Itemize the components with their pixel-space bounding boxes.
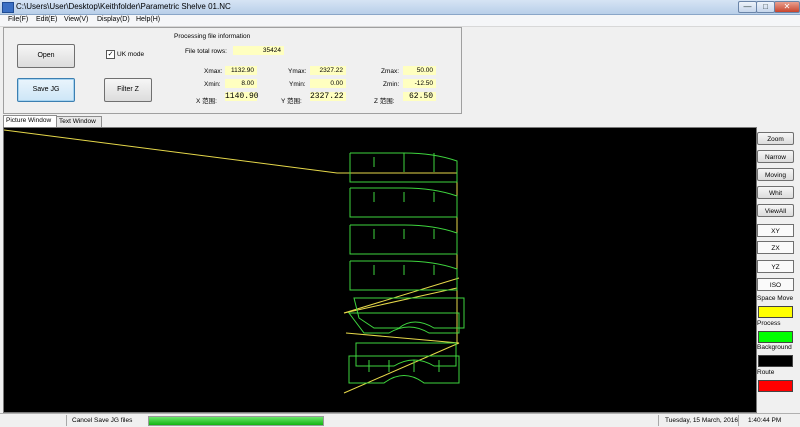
- process-label: Process: [757, 320, 781, 327]
- part-profile: [348, 355, 460, 384]
- zmax-label: Zmax:: [381, 68, 400, 75]
- xrange-value: 1140.90: [225, 92, 259, 101]
- status-date: Tuesday, 15 March, 2016: [665, 417, 738, 424]
- xmax-label: Xmax:: [204, 68, 223, 75]
- uk-mode-checkbox[interactable]: ✓: [106, 50, 115, 59]
- zx-view-button[interactable]: ZX: [757, 241, 794, 254]
- zrange-label: Z 范围:: [374, 98, 395, 105]
- yrange-label: Y 范围:: [281, 98, 302, 105]
- minimize-button[interactable]: —: [738, 1, 757, 13]
- ymin-value: 0.00: [310, 79, 346, 88]
- status-bar: Cancel Save JG files Tuesday, 15 March, …: [0, 413, 800, 427]
- yrange-value: 2327.22: [310, 92, 346, 101]
- zmin-label: Zmin:: [383, 81, 400, 88]
- xmin-value: 8.00: [225, 79, 257, 88]
- status-separator: [738, 415, 739, 426]
- view-all-button[interactable]: ViewAll: [757, 204, 794, 217]
- zrange-value: 62.50: [403, 92, 436, 101]
- menu-bar: File(F) Edit(E) View(V) Display(D) Help(…: [0, 15, 800, 27]
- progress-fill: [149, 417, 323, 425]
- tab-text-window[interactable]: Text Window: [56, 116, 102, 127]
- toolpath-drawing: [3, 129, 465, 394]
- process-color-swatch[interactable]: [758, 331, 793, 343]
- ymin-label: Ymin:: [289, 81, 306, 88]
- background-color-swatch[interactable]: [758, 355, 793, 367]
- save-jg-button[interactable]: Save JG: [17, 78, 75, 102]
- space-move-path: [3, 129, 458, 314]
- total-rows-value: 35424: [233, 46, 284, 55]
- yz-view-button[interactable]: YZ: [757, 260, 794, 273]
- progress-bar: [148, 416, 324, 426]
- space-move-path: [343, 332, 460, 394]
- right-toolbar: Zoom Narrow Moving Whit ViewAll XY ZX YZ…: [756, 130, 798, 412]
- control-panel: Open Save JG ✓ UK mode Filter Z Processi…: [3, 27, 462, 114]
- close-button[interactable]: ✕: [774, 1, 800, 13]
- title-bar: C:\Users\User\Desktop\Keithfolder\Parame…: [0, 0, 800, 15]
- space-move-color-swatch[interactable]: [758, 306, 793, 318]
- shelf-profile: [349, 153, 435, 172]
- uk-mode-label: UK mode: [117, 51, 145, 58]
- ymax-value: 2327.22: [310, 66, 346, 75]
- part-profile: [348, 312, 460, 334]
- background-label: Background: [757, 344, 792, 351]
- xrange-label: X 范围:: [196, 98, 217, 105]
- menu-help[interactable]: Help(H): [136, 16, 160, 23]
- menu-edit[interactable]: Edit(E): [36, 16, 57, 23]
- total-rows-label: File total rows:: [185, 48, 227, 55]
- space-move-path: [343, 277, 460, 314]
- whit-button[interactable]: Whit: [757, 186, 794, 199]
- ymax-label: Ymax:: [288, 68, 307, 75]
- menu-view[interactable]: View(V): [64, 16, 88, 23]
- zmin-value: -12.50: [403, 79, 436, 88]
- route-label: Route: [757, 369, 775, 376]
- xy-view-button[interactable]: XY: [757, 224, 794, 237]
- part-profile: [355, 342, 457, 367]
- iso-view-button[interactable]: ISO: [757, 278, 794, 291]
- route-color-swatch[interactable]: [758, 380, 793, 392]
- status-separator: [658, 415, 659, 426]
- window-title: C:\Users\User\Desktop\Keithfolder\Parame…: [16, 2, 231, 11]
- maximize-button[interactable]: □: [756, 1, 775, 13]
- narrow-button[interactable]: Narrow: [757, 150, 794, 163]
- app-icon: [2, 2, 14, 13]
- status-separator: [66, 415, 67, 426]
- xmin-label: Xmin:: [204, 81, 221, 88]
- info-heading: Processing file information: [174, 33, 251, 40]
- status-message: Cancel Save JG files: [72, 417, 133, 424]
- xmax-value: 1132.90: [225, 66, 257, 75]
- zmax-value: 50.00: [403, 66, 436, 75]
- menu-display[interactable]: Display(D): [97, 16, 130, 23]
- open-button[interactable]: Open: [17, 44, 75, 68]
- moving-button[interactable]: Moving: [757, 168, 794, 181]
- space-move-label: Space Move: [757, 295, 794, 302]
- filter-z-button[interactable]: Filter Z: [104, 78, 152, 102]
- zoom-button[interactable]: Zoom: [757, 132, 794, 145]
- menu-file[interactable]: File(F): [8, 16, 28, 23]
- status-time: 1:40:44 PM: [748, 417, 782, 424]
- picture-window[interactable]: [3, 127, 757, 413]
